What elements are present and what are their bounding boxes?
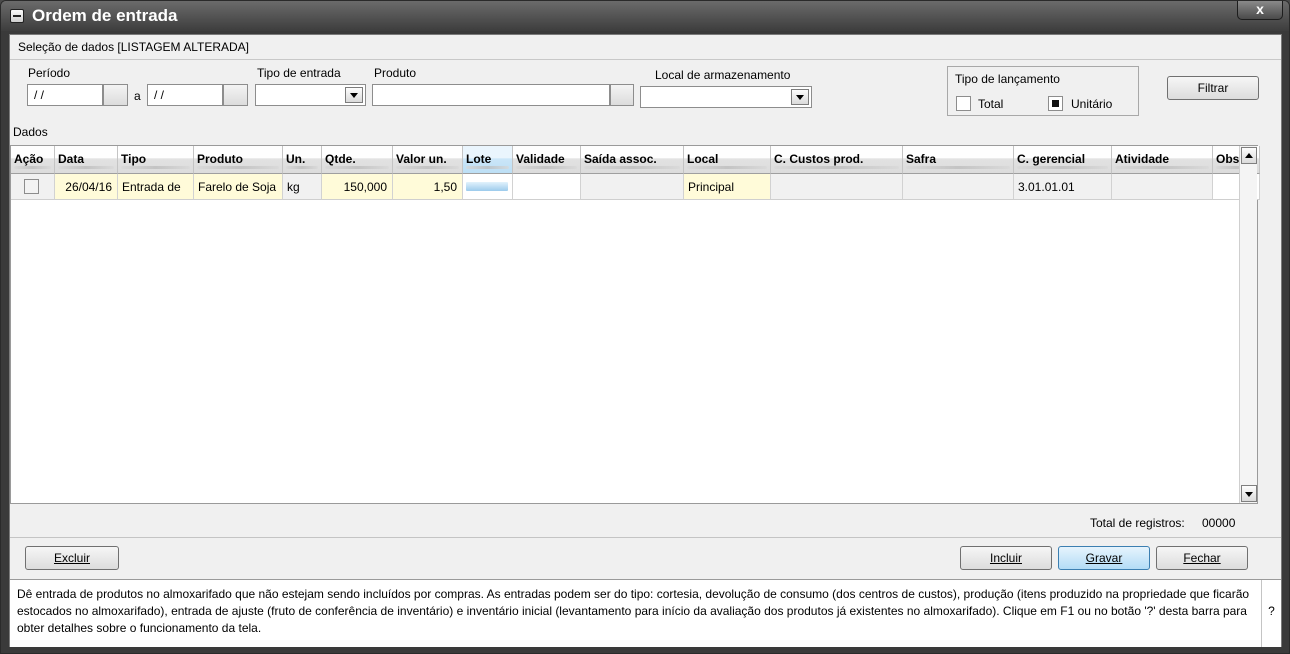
- col-local[interactable]: Local: [684, 146, 771, 174]
- excluir-label: Excluir: [53, 551, 90, 565]
- col-data[interactable]: Data: [55, 146, 118, 174]
- col-qtde[interactable]: Qtde.: [322, 146, 393, 174]
- filtrar-button[interactable]: Filtrar: [1167, 76, 1259, 100]
- cell-lote[interactable]: [463, 174, 513, 200]
- col-saida-assoc[interactable]: Saída assoc.: [581, 146, 684, 174]
- cell-validade[interactable]: [513, 174, 581, 200]
- total-checkbox[interactable]: [956, 96, 971, 111]
- date-separator: a: [134, 89, 141, 103]
- help-button[interactable]: ?: [1261, 580, 1281, 647]
- col-acao[interactable]: Ação: [11, 146, 55, 174]
- row-action-checkbox[interactable]: [24, 179, 39, 194]
- tipo-lancamento-label: Tipo de lançamento: [955, 72, 1060, 86]
- periodo-label: Período: [28, 66, 71, 80]
- col-valor-un[interactable]: Valor un.: [393, 146, 463, 174]
- dados-label: Dados: [13, 125, 48, 139]
- title-bar: Ordem de entrada x: [1, 1, 1289, 31]
- app-window: Ordem de entrada x Seleção de dados [LIS…: [0, 0, 1290, 654]
- client-area: Seleção de dados [LISTAGEM ALTERADA] Per…: [9, 34, 1282, 647]
- date-to-input[interactable]: / /: [147, 84, 223, 106]
- col-tipo[interactable]: Tipo: [118, 146, 194, 174]
- col-atividade[interactable]: Atividade: [1112, 146, 1213, 174]
- fechar-button[interactable]: Fechar: [1156, 546, 1248, 570]
- cell-saida-assoc[interactable]: [581, 174, 684, 200]
- cell-un[interactable]: kg: [283, 174, 322, 200]
- total-label: Total: [978, 97, 1004, 111]
- selection-divider: [10, 59, 1281, 60]
- tipo-entrada-label: Tipo de entrada: [257, 66, 341, 80]
- date-to-calendar-button[interactable]: [223, 84, 248, 106]
- cell-c-gerencial[interactable]: 3.01.01.01: [1014, 174, 1112, 200]
- incluir-label: Incluir: [989, 551, 1022, 565]
- scroll-down-icon[interactable]: [1241, 485, 1257, 502]
- cell-tipo[interactable]: Entrada de: [118, 174, 194, 200]
- selection-title: Seleção de dados [LISTAGEM ALTERADA]: [18, 40, 249, 54]
- tipo-entrada-select[interactable]: [255, 84, 366, 106]
- total-registros-label: Total de registros:: [1090, 516, 1185, 530]
- col-c-custos-prod[interactable]: C. Custos prod.: [771, 146, 903, 174]
- scroll-up-icon[interactable]: [1241, 147, 1257, 164]
- gravar-label: Gravar: [1085, 551, 1123, 565]
- produto-input[interactable]: [372, 84, 610, 106]
- local-select[interactable]: [640, 86, 812, 108]
- grid-header: Ação Data Tipo Produto Un. Qtde. Valor u…: [11, 146, 1260, 174]
- local-label: Local de armazenamento: [655, 68, 791, 82]
- cell-c-custos-prod[interactable]: [771, 174, 903, 200]
- cell-valor-un[interactable]: 1,50: [393, 174, 463, 200]
- gravar-button[interactable]: Gravar: [1058, 546, 1150, 570]
- data-grid[interactable]: Ação Data Tipo Produto Un. Qtde. Valor u…: [10, 145, 1260, 504]
- grid-status-strip: Total de registros: 00000: [10, 504, 1281, 538]
- produto-label: Produto: [374, 66, 417, 80]
- unitario-checkbox[interactable]: [1048, 96, 1063, 111]
- col-safra[interactable]: Safra: [903, 146, 1014, 174]
- window-menu-icon[interactable]: [10, 9, 24, 23]
- cell-acao[interactable]: [11, 174, 55, 200]
- chevron-down-icon[interactable]: [791, 89, 809, 105]
- lote-selection-bar: [466, 182, 508, 191]
- unitario-label: Unitário: [1071, 97, 1113, 111]
- help-info-text: Dê entrada de produtos no almoxarifado q…: [17, 587, 1250, 635]
- excluir-button[interactable]: Excluir: [25, 546, 119, 570]
- window-title: Ordem de entrada: [32, 6, 178, 25]
- cell-data[interactable]: 26/04/16: [55, 174, 118, 200]
- col-produto[interactable]: Produto: [194, 146, 283, 174]
- cell-local[interactable]: Principal: [684, 174, 771, 200]
- help-info-bar: Dê entrada de produtos no almoxarifado q…: [10, 579, 1281, 647]
- vertical-scrollbar[interactable]: [1239, 146, 1257, 503]
- col-c-gerencial[interactable]: C. gerencial: [1014, 146, 1112, 174]
- date-from-calendar-button[interactable]: [103, 84, 128, 106]
- total-registros-value: 00000: [1202, 516, 1236, 530]
- col-un[interactable]: Un.: [283, 146, 322, 174]
- date-from-input[interactable]: / /: [27, 84, 103, 106]
- fechar-label: Fechar: [1183, 551, 1221, 565]
- chevron-down-icon[interactable]: [345, 87, 363, 103]
- cell-atividade[interactable]: [1112, 174, 1213, 200]
- col-validade[interactable]: Validade: [513, 146, 581, 174]
- table-row[interactable]: 26/04/16 Entrada de Farelo de Soja kg 15…: [11, 174, 1260, 200]
- filtrar-label: Filtrar: [1197, 81, 1229, 95]
- cell-qtde[interactable]: 150,000: [322, 174, 393, 200]
- incluir-button[interactable]: Incluir: [960, 546, 1052, 570]
- col-lote[interactable]: Lote: [463, 146, 513, 174]
- produto-search-button[interactable]: [610, 84, 634, 106]
- cell-produto[interactable]: Farelo de Soja: [194, 174, 283, 200]
- close-button[interactable]: x: [1237, 1, 1283, 20]
- tipo-lancamento-group: Tipo de lançamento Total Unitário: [947, 66, 1139, 116]
- cell-safra[interactable]: [903, 174, 1014, 200]
